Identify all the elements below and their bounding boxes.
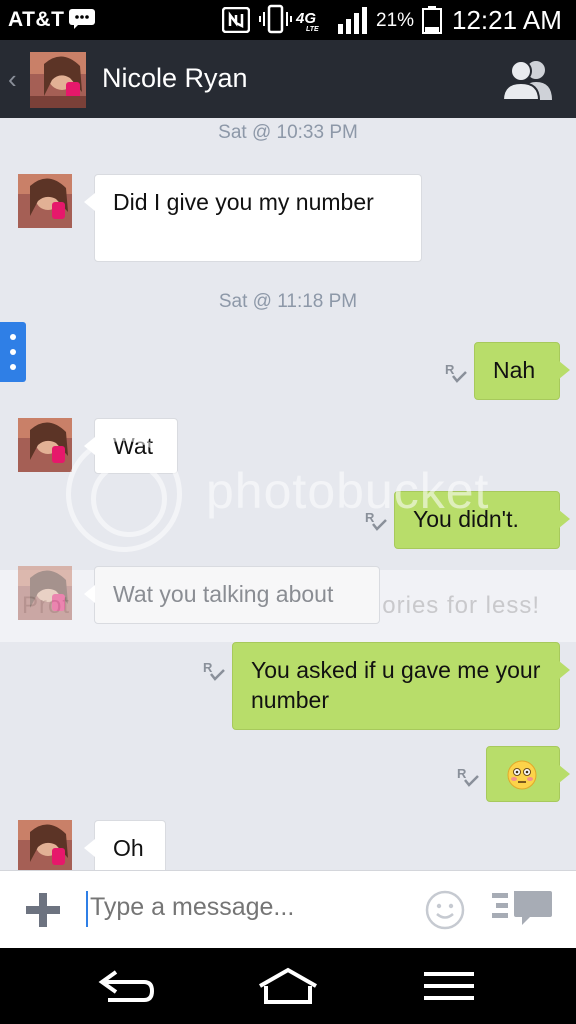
- clock: 12:21 AM: [452, 5, 562, 35]
- message-input[interactable]: [90, 893, 412, 922]
- side-drawer-handle[interactable]: [0, 322, 26, 382]
- outgoing-message[interactable]: Nah: [474, 342, 570, 400]
- svg-text:R: R: [457, 766, 467, 781]
- signal-strength-icon: [338, 7, 367, 34]
- sender-avatar[interactable]: [18, 174, 72, 228]
- network-type: 4G LTE: [296, 10, 319, 33]
- watermark-word: photobucket: [206, 463, 490, 519]
- read-receipt-icon: R: [445, 362, 467, 383]
- home-icon[interactable]: [256, 964, 320, 1008]
- back-chevron-icon[interactable]: ‹: [8, 64, 17, 95]
- svg-text:R: R: [445, 362, 455, 377]
- svg-text:R: R: [203, 660, 213, 675]
- back-arrow-icon[interactable]: [98, 964, 156, 1008]
- group-chat-icon[interactable]: [500, 58, 556, 100]
- flushed-face-emoji-icon: [507, 760, 537, 790]
- attach-plus-icon[interactable]: [24, 891, 62, 929]
- sender-avatar[interactable]: [18, 820, 72, 870]
- emoji-picker-icon[interactable]: [424, 889, 466, 931]
- vibrate-icon: [259, 4, 292, 34]
- conversation-header: ‹ Nicole Ryan: [0, 40, 576, 118]
- message-list[interactable]: Sat @ 10:33 PM Did I give you my number …: [0, 118, 576, 870]
- text-cursor: [86, 891, 88, 927]
- quick-reply-icon[interactable]: [490, 889, 554, 931]
- watermark-promo-right: ories for less!: [382, 592, 540, 619]
- read-receipt-icon: R: [203, 660, 225, 681]
- carrier-label: AT&T: [8, 8, 65, 31]
- status-bar: AT&T 4G LTE 21% 12:21 AM: [0, 0, 576, 40]
- nfc-icon: [222, 7, 250, 33]
- message-timestamp: Sat @ 10:33 PM: [218, 122, 358, 143]
- system-navigation-bar: [0, 948, 576, 1024]
- contact-avatar[interactable]: [30, 52, 86, 108]
- read-receipt-icon: R: [457, 766, 479, 787]
- battery-percent: 21%: [376, 10, 415, 31]
- outgoing-message[interactable]: [486, 746, 570, 802]
- incoming-message[interactable]: Did I give you my number: [84, 174, 422, 262]
- message-timestamp: Sat @ 11:18 PM: [218, 291, 358, 312]
- message-notification-icon: [69, 9, 95, 29]
- photobucket-logo-icon: [66, 436, 182, 552]
- incoming-message[interactable]: Wat you talking about: [84, 566, 380, 624]
- incoming-message[interactable]: Oh: [84, 820, 166, 870]
- menu-icon[interactable]: [422, 964, 476, 1008]
- contact-name: Nicole Ryan: [102, 63, 248, 93]
- sender-avatar[interactable]: [18, 418, 72, 472]
- sender-avatar[interactable]: [18, 566, 72, 620]
- outgoing-message[interactable]: You asked if u gave me your number: [232, 642, 570, 730]
- photobucket-watermark: photobucket: [66, 436, 506, 552]
- compose-bar: [0, 870, 576, 948]
- battery-icon: [422, 6, 442, 34]
